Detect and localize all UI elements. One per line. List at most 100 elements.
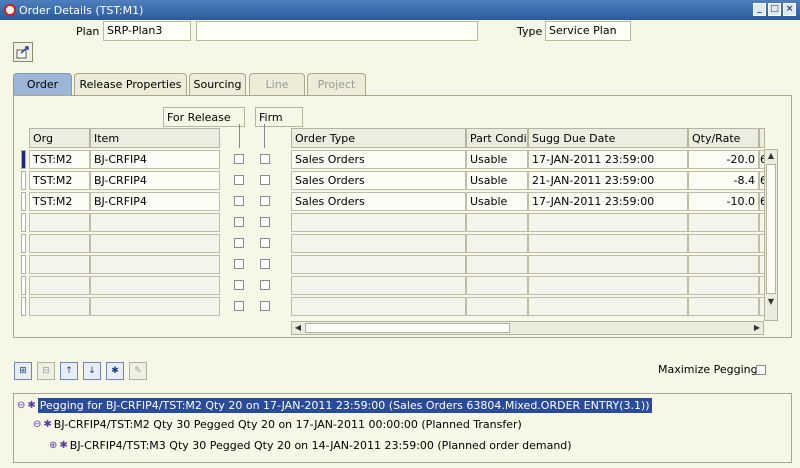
cell-order-type[interactable] [291,297,466,316]
row-indicator[interactable] [21,297,26,316]
cell-sugg-due-date[interactable]: 17-JAN-2011 23:59:00 [528,192,688,211]
cell-org[interactable] [29,255,90,274]
vertical-scroll-thumb[interactable] [766,164,776,294]
for-release-checkbox[interactable] [234,154,244,164]
cell-sugg-due-date[interactable] [528,234,688,253]
peg-up-button[interactable]: ↑ [60,362,78,380]
cell-item[interactable] [90,276,220,295]
firm-checkbox[interactable] [260,280,270,290]
column-header-item[interactable]: Item [90,128,220,148]
column-header-sugg-due-date[interactable]: Sugg Due Date [528,128,688,148]
cell-org[interactable] [29,276,90,295]
for-release-checkbox[interactable] [234,238,244,248]
collapse-pegging-button[interactable]: ⊟ [37,362,55,380]
tab-release-properties[interactable]: Release Properties [74,73,187,95]
row-indicator[interactable] [21,150,26,169]
tree-node-root[interactable]: ⊖ ✱ Pegging for BJ-CRFIP4/TST:M2 Qty 20 … [17,398,652,413]
row-indicator[interactable] [21,255,26,274]
cell-part-condition[interactable] [466,213,528,232]
cell-order-type[interactable] [291,276,466,295]
properties-button[interactable]: ✎ [129,362,147,380]
for-release-checkbox[interactable] [234,259,244,269]
plan-field[interactable]: SRP-Plan3 [103,21,191,41]
cell-item[interactable] [90,234,220,253]
tab-sourcing[interactable]: Sourcing [189,73,246,95]
cell-part-condition[interactable] [466,234,528,253]
cell-order-type[interactable]: Sales Orders [291,192,466,211]
cell-qty-rate[interactable]: -8.4 [688,171,759,190]
export-button[interactable] [13,42,33,62]
cell-org[interactable]: TST:M2 [29,150,90,169]
firm-checkbox[interactable] [260,175,270,185]
cell-part-condition[interactable] [466,297,528,316]
for-release-checkbox[interactable] [234,280,244,290]
cell-qty-rate[interactable] [688,234,759,253]
cell-part-condition[interactable]: Usable [466,192,528,211]
cell-order-type[interactable]: Sales Orders [291,150,466,169]
row-indicator[interactable] [21,276,26,295]
show-all-button[interactable]: ✱ [106,362,124,380]
cell-sugg-due-date[interactable]: 17-JAN-2011 23:59:00 [528,150,688,169]
column-header-qty-rate[interactable]: Qty/Rate [688,128,759,148]
cell-org[interactable]: TST:M2 [29,192,90,211]
cell-part-condition[interactable]: Usable [466,150,528,169]
cell-part-condition[interactable] [466,276,528,295]
cell-qty-rate[interactable] [688,276,759,295]
firm-checkbox[interactable] [260,154,270,164]
row-indicator[interactable] [21,213,26,232]
tab-order[interactable]: Order [13,73,72,95]
cell-qty-rate[interactable] [688,213,759,232]
scroll-down-icon[interactable]: ▼ [765,296,777,308]
cell-part-condition[interactable] [466,255,528,274]
cell-sugg-due-date[interactable] [528,255,688,274]
cell-org[interactable]: TST:M2 [29,171,90,190]
plan-description-field[interactable] [196,21,478,41]
tree-node-planned-order-demand[interactable]: ⊕ ✱ BJ-CRFIP4/TST:M3 Qty 30 Pegged Qty 2… [49,439,572,452]
vertical-scrollbar[interactable]: ▲ ▼ [764,149,778,321]
cell-item[interactable] [90,213,220,232]
column-header-part-condition[interactable]: Part Condi [466,128,528,148]
firm-checkbox[interactable] [260,259,270,269]
cell-qty-rate[interactable]: -20.0 [688,150,759,169]
expand-pegging-button[interactable]: ⊞ [14,362,32,380]
firm-checkbox[interactable] [260,301,270,311]
expand-node-icon[interactable]: ⊕ [49,440,57,451]
row-indicator[interactable] [21,234,26,253]
firm-checkbox[interactable] [260,238,270,248]
cell-org[interactable] [29,234,90,253]
cell-order-type[interactable] [291,255,466,274]
maximize-pegging-checkbox[interactable] [756,365,766,375]
for-release-checkbox[interactable] [234,217,244,227]
cell-order-type[interactable]: Sales Orders [291,171,466,190]
cell-item[interactable]: BJ-CRFIP4 [90,192,220,211]
cell-order-type[interactable] [291,234,466,253]
cell-qty-rate[interactable] [688,297,759,316]
cell-item[interactable]: BJ-CRFIP4 [90,171,220,190]
scroll-right-icon[interactable]: ▶ [751,322,763,334]
for-release-checkbox[interactable] [234,196,244,206]
cell-item[interactable] [90,255,220,274]
cell-sugg-due-date[interactable] [528,297,688,316]
for-release-checkbox[interactable] [234,301,244,311]
collapse-node-icon[interactable]: ⊖ [33,419,41,430]
close-icon[interactable]: × [783,3,796,16]
maximize-icon[interactable]: □ [768,3,781,16]
cell-sugg-due-date[interactable] [528,276,688,295]
cell-item[interactable] [90,297,220,316]
cell-org[interactable] [29,297,90,316]
row-indicator[interactable] [21,171,26,190]
firm-checkbox[interactable] [260,196,270,206]
horizontal-scroll-thumb[interactable] [305,323,510,333]
cell-sugg-due-date[interactable]: 21-JAN-2011 23:59:00 [528,171,688,190]
for-release-checkbox[interactable] [234,175,244,185]
cell-sugg-due-date[interactable] [528,213,688,232]
minimize-icon[interactable]: _ [753,3,766,16]
scroll-left-icon[interactable]: ◀ [292,322,304,334]
cell-part-condition[interactable]: Usable [466,171,528,190]
cell-org[interactable] [29,213,90,232]
type-field[interactable]: Service Plan [545,21,631,41]
peg-down-button[interactable]: ↓ [83,362,101,380]
horizontal-scrollbar[interactable]: ◀ ▶ [291,321,764,335]
column-header-org[interactable]: Org [29,128,90,148]
cell-qty-rate[interactable]: -10.0 [688,192,759,211]
